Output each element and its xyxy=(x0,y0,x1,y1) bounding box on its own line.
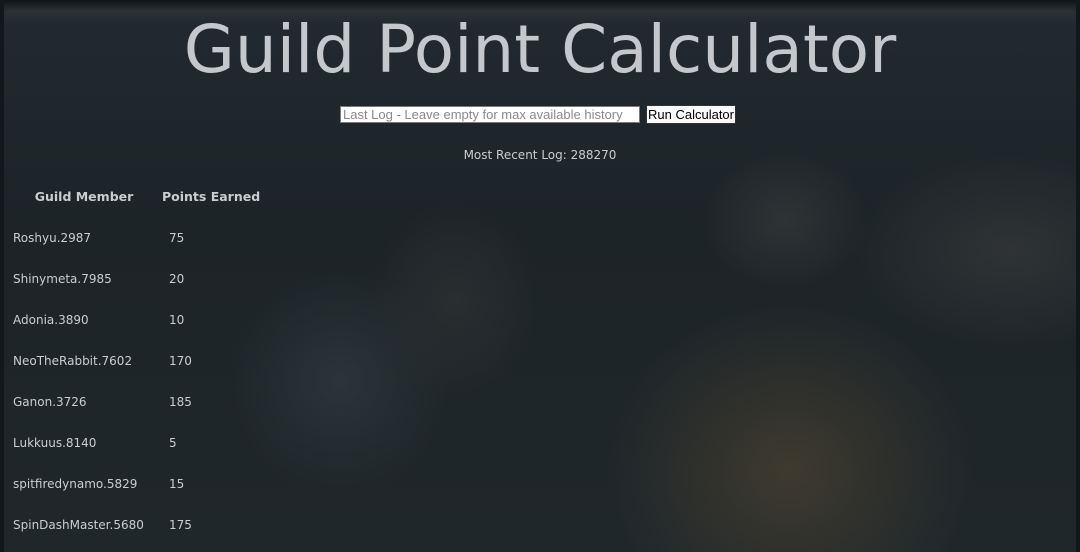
header-points-earned: Points Earned xyxy=(162,189,261,204)
member-points: 10 xyxy=(169,312,185,327)
member-points: 170 xyxy=(169,353,192,368)
member-points: 20 xyxy=(169,271,185,286)
member-points: 185 xyxy=(169,394,192,409)
member-name: NeoTheRabbit.7602 xyxy=(13,353,133,368)
last-log-input[interactable] xyxy=(340,106,640,123)
page-title: Guild Point Calculator xyxy=(183,11,897,88)
guild-points-table: Guild Member Points Earned Roshyu.2987 7… xyxy=(6,176,260,545)
member-points: 75 xyxy=(169,230,185,245)
member-points: 5 xyxy=(169,435,177,450)
member-name: Lukkuus.8140 xyxy=(13,435,97,450)
table-row: Shinymeta.7985 20 xyxy=(6,258,260,299)
table-row: spitfiredynamo.5829 15 xyxy=(6,463,260,504)
table-row: Adonia.3890 10 xyxy=(6,299,260,340)
member-name: SpinDashMaster.5680 xyxy=(13,517,144,532)
table-row: SpinDashMaster.5680 175 xyxy=(6,504,260,545)
table-row: NeoTheRabbit.7602 170 xyxy=(6,340,260,381)
member-name: spitfiredynamo.5829 xyxy=(13,476,138,491)
table-row: Ganon.3726 185 xyxy=(6,381,260,422)
header-guild-member: Guild Member xyxy=(34,189,134,204)
member-points: 15 xyxy=(169,476,185,491)
member-name: Roshyu.2987 xyxy=(13,230,92,245)
member-name: Adonia.3890 xyxy=(13,312,89,327)
run-calculator-button[interactable]: Run Calculator xyxy=(646,105,736,124)
member-name: Shinymeta.7985 xyxy=(13,271,112,286)
table-row: Roshyu.2987 75 xyxy=(6,217,260,258)
table-row: Lukkuus.8140 5 xyxy=(6,422,260,463)
calculator-controls: Run Calculator xyxy=(340,105,736,124)
member-points: 175 xyxy=(169,517,192,532)
member-name: Ganon.3726 xyxy=(13,394,87,409)
table-header-row: Guild Member Points Earned xyxy=(6,176,260,217)
most-recent-log-text: Most Recent Log: 288270 xyxy=(463,148,617,162)
